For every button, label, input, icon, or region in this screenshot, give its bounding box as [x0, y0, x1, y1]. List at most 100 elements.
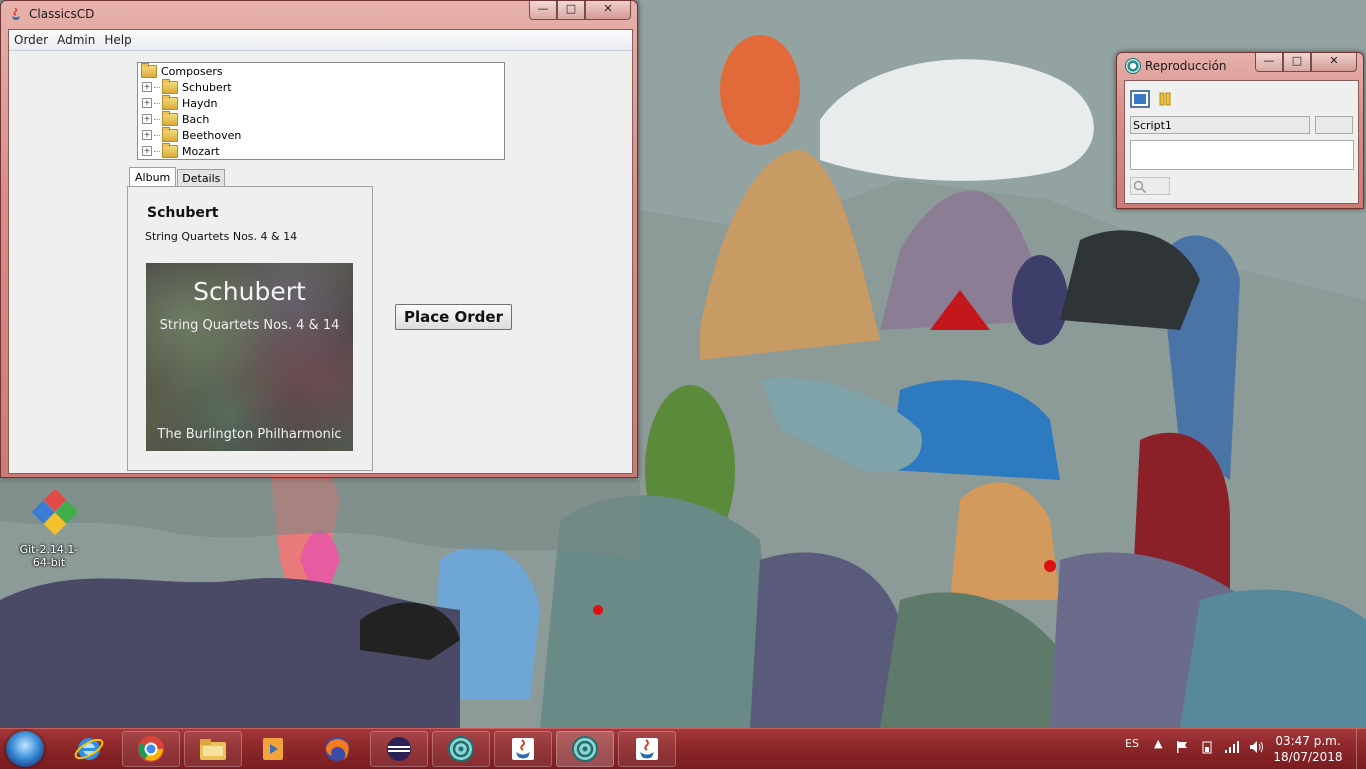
minimize-button[interactable]: —	[1255, 53, 1283, 72]
tree-root-label: Composers	[161, 64, 223, 78]
maximize-button[interactable]: □	[1283, 53, 1311, 72]
media-player-icon	[263, 738, 283, 760]
classicscd-titlebar[interactable]: ClassicsCD — □ ✕	[1, 1, 637, 27]
album-title: String Quartets Nos. 4 & 14	[145, 230, 298, 243]
screen-record-icon[interactable]	[1130, 90, 1150, 108]
pause-icon[interactable]	[1155, 90, 1175, 108]
tree-item-bach[interactable]: + Bach	[138, 110, 504, 127]
menu-order[interactable]: Order	[10, 33, 52, 47]
cover-performer: The Burlington Philharmonic	[157, 427, 342, 442]
script-field[interactable]: Script1	[1130, 116, 1310, 134]
expand-icon[interactable]: +	[142, 114, 152, 124]
reproduccion-window: Reproducción — □ ✕ Script1	[1116, 52, 1364, 209]
chrome-icon	[138, 736, 164, 762]
search-box[interactable]	[1130, 177, 1170, 195]
show-hidden-icons-icon[interactable]: ▲	[1154, 737, 1162, 750]
taskbar-java-app[interactable]	[494, 731, 552, 767]
classicscd-client-area: Order Admin Help Composers + Schubert + …	[8, 29, 633, 474]
minimize-button[interactable]: —	[529, 1, 557, 20]
steering-wheel-icon	[572, 736, 598, 762]
search-icon	[1133, 180, 1147, 194]
taskbar-firefox[interactable]	[308, 731, 366, 767]
tree-item-beethoven[interactable]: + Beethoven	[138, 126, 504, 143]
taskbar-clock[interactable]: 03:47 p.m. 18/07/2018	[1268, 733, 1348, 765]
language-indicator[interactable]: ES	[1125, 737, 1139, 750]
place-order-button[interactable]: Place Order	[395, 304, 512, 330]
tree-item-label: Haydn	[182, 96, 218, 110]
taskbar-media-player[interactable]	[244, 731, 302, 767]
firefox-icon	[325, 737, 349, 761]
taskbar-internet-explorer[interactable]	[60, 731, 118, 767]
java-icon	[12, 7, 20, 20]
menu-help[interactable]: Help	[100, 33, 135, 47]
close-icon: ✕	[603, 2, 613, 15]
output-area[interactable]	[1130, 140, 1354, 170]
folder-icon	[162, 110, 178, 126]
taskbar-eclipse[interactable]	[370, 731, 428, 767]
close-button[interactable]: ✕	[585, 1, 631, 20]
internet-explorer-icon	[74, 738, 104, 760]
expand-icon[interactable]: +	[142, 98, 152, 108]
taskbar-java-app-2[interactable]	[618, 731, 676, 767]
tree-item-mozart[interactable]: + Mozart	[138, 142, 504, 159]
tree-item-label: Bach	[182, 112, 210, 126]
tab-details[interactable]: Details	[177, 169, 226, 187]
reproduccion-titlebar[interactable]: Reproducción — □ ✕	[1117, 53, 1363, 79]
composer-tree[interactable]: Composers + Schubert + Haydn + Bach + Be…	[137, 62, 505, 160]
clock-time: 03:47 p.m.	[1275, 734, 1341, 748]
folder-icon	[162, 78, 178, 94]
java-icon	[512, 738, 534, 760]
taskbar-steering-app-active[interactable]	[556, 731, 614, 767]
steering-wheel-icon	[448, 736, 474, 762]
maximize-button[interactable]: □	[557, 1, 585, 20]
desktop-icon-git[interactable]: Git-2.14.1-64-bit	[12, 488, 86, 569]
tree-root[interactable]: Composers	[138, 62, 504, 79]
maximize-icon: □	[565, 2, 577, 15]
menu-bar: Order Admin Help	[9, 30, 632, 51]
close-button[interactable]: ✕	[1311, 53, 1357, 72]
tree-item-label: Beethoven	[182, 128, 242, 142]
network-signal-icon[interactable]	[1224, 740, 1240, 754]
album-panel: Schubert String Quartets Nos. 4 & 14 Sch…	[127, 186, 373, 471]
album-tabs: Album Details	[129, 166, 226, 188]
cover-composer: Schubert	[193, 277, 306, 306]
taskbar: ES ▲ 03:47 p.m. 18/07/2018	[0, 728, 1366, 769]
folder-icon	[162, 94, 178, 110]
close-icon: ✕	[1329, 54, 1339, 67]
git-installer-icon	[31, 488, 79, 536]
menu-admin[interactable]: Admin	[53, 33, 99, 47]
window-title: ClassicsCD	[29, 7, 95, 21]
cover-subtitle: String Quartets Nos. 4 & 14	[159, 318, 340, 333]
action-center-flag-icon[interactable]	[1175, 740, 1189, 754]
java-icon	[636, 738, 658, 760]
volume-icon[interactable]	[1249, 740, 1265, 754]
reproduccion-client-area: Script1	[1124, 80, 1359, 204]
power-icon[interactable]	[1200, 740, 1214, 754]
clock-date: 18/07/2018	[1273, 750, 1343, 764]
desktop-icon-label: Git-2.14.1-64-bit	[19, 543, 79, 569]
expand-icon[interactable]: +	[142, 130, 152, 140]
folder-icon	[162, 142, 178, 158]
script-side-field[interactable]	[1315, 116, 1353, 134]
steering-wheel-icon	[1125, 58, 1141, 74]
taskbar-explorer[interactable]	[184, 731, 242, 767]
eclipse-icon	[387, 737, 411, 761]
show-desktop-button[interactable]	[1356, 729, 1366, 769]
tab-album[interactable]: Album	[129, 167, 177, 188]
folder-icon	[141, 62, 157, 78]
start-button[interactable]	[6, 731, 44, 767]
classicscd-window: ClassicsCD — □ ✕ Order Admin Help Compos…	[0, 0, 638, 478]
album-composer: Schubert	[147, 205, 219, 221]
window-title: Reproducción	[1145, 59, 1227, 73]
tree-item-label: Schubert	[182, 80, 232, 94]
folder-icon	[200, 739, 226, 760]
taskbar-chrome[interactable]	[122, 731, 180, 767]
taskbar-steering-app[interactable]	[432, 731, 490, 767]
minimize-icon: —	[537, 2, 549, 15]
album-cover: Schubert String Quartets Nos. 4 & 14 The…	[146, 263, 353, 451]
expand-icon[interactable]: +	[142, 82, 152, 92]
expand-icon[interactable]: +	[142, 146, 152, 156]
tree-item-schubert[interactable]: + Schubert	[138, 78, 504, 95]
minimize-icon: —	[1263, 54, 1275, 67]
tree-item-haydn[interactable]: + Haydn	[138, 94, 504, 111]
